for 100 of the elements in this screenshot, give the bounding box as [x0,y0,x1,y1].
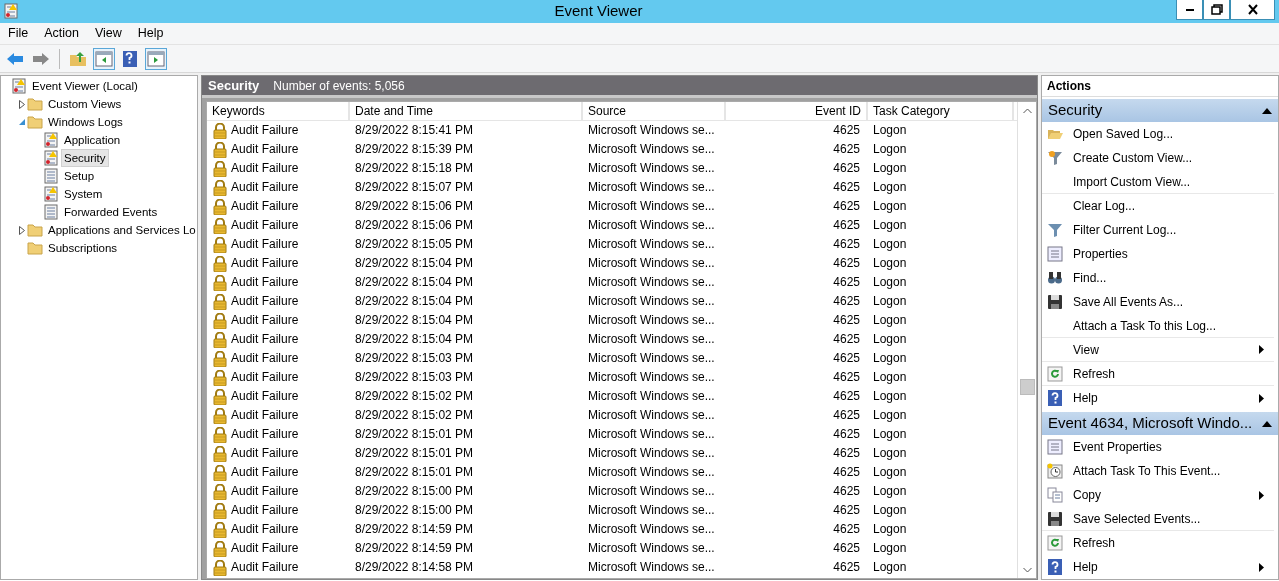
table-cell-text: Microsoft Windows se... [588,521,715,538]
tree-item[interactable]: Setup [61,167,98,185]
tree-item[interactable]: System [61,185,106,203]
menu-item[interactable]: View [86,24,130,43]
tree-item[interactable]: Applications and Services Lo [45,221,197,239]
table-cell-text: Logon [873,445,907,462]
table-cell-text: Microsoft Windows se... [588,141,715,158]
action-link[interactable]: Filter Current Log... [1073,221,1264,239]
action-link[interactable]: Copy [1073,486,1259,504]
collapse-icon[interactable] [1262,107,1272,114]
action-link[interactable]: Clear Log... [1073,197,1264,215]
lock-icon [212,274,228,291]
table-cell-text: 4625 [833,122,860,139]
collapse-icon[interactable] [1262,420,1272,427]
menu-item[interactable]: File [0,24,37,43]
action-link[interactable]: Event Properties [1073,438,1264,456]
action-link[interactable]: Attach Task To This Event... [1073,462,1264,480]
action-link[interactable]: Help [1073,389,1259,407]
table-cell-text: Logon [873,141,907,158]
action-link[interactable]: Save Selected Events... [1073,509,1264,528]
lock-icon [212,369,228,386]
action-link[interactable]: Save All Events As... [1073,293,1264,311]
action-link[interactable]: View [1073,340,1259,359]
table-cell-text: Logon [873,312,907,329]
tree-item[interactable]: Application [61,131,124,149]
action-link[interactable]: Import Custom View... [1073,172,1264,191]
action-link[interactable]: Properties [1073,245,1264,263]
table-cell-text: 4625 [833,331,860,348]
table-cell-text: Microsoft Windows se... [588,312,715,329]
minimize-button[interactable] [1176,0,1203,20]
table-cell-text: Audit Failure [231,559,299,576]
tree-item[interactable]: Windows Logs [45,113,126,131]
scrollbar-thumb[interactable] [1019,379,1035,395]
action-pane-button[interactable] [145,47,167,70]
table-cell-text: Microsoft Windows se... [588,464,715,481]
action-link[interactable]: Find... [1073,269,1264,287]
action-link[interactable]: Open Saved Log... [1073,125,1264,143]
table-cell-text: 8/29/2022 8:15:07 PM [355,179,474,196]
action-link[interactable]: Attach a Task To this Log... [1073,316,1264,335]
table-cell-text: 8/29/2022 8:15:39 PM [355,141,474,158]
table-cell-text: 8/29/2022 8:15:04 PM [355,255,474,272]
tree-item[interactable]: Custom Views [45,95,125,113]
lock-icon [212,445,228,462]
expand-arrow-icon[interactable] [18,99,26,109]
table-cell-text: 4625 [833,255,860,272]
table-cell-text: 8/29/2022 8:14:59 PM [355,540,474,557]
column-header[interactable]: Event ID [726,102,868,120]
action-link[interactable]: Refresh [1073,534,1264,552]
table-cell-text: Microsoft Windows se... [588,198,715,215]
folder-icon [27,114,43,130]
show-pane-button[interactable] [93,47,115,70]
filter-icon [1047,150,1063,166]
table-cell-text: Microsoft Windows se... [588,502,715,519]
table-cell-text: 4625 [833,312,860,329]
table-cell-text: 4625 [833,350,860,367]
restore-button[interactable] [1203,0,1230,20]
column-header[interactable]: Task Category [868,102,1014,120]
table-cell-text: 8/29/2022 8:15:00 PM [355,483,474,500]
table-cell-text: Logon [873,388,907,405]
table-cell-text: 8/29/2022 8:15:04 PM [355,274,474,291]
menu-item[interactable]: Help [129,24,172,43]
action-link[interactable]: Help [1073,558,1259,576]
column-header[interactable]: Keywords [207,102,350,120]
table-cell-text: Audit Failure [231,122,299,139]
table-cell-text: 8/29/2022 8:15:02 PM [355,407,474,424]
tree-item[interactable]: Event Viewer (Local) [29,77,141,95]
column-header[interactable]: Date and Time [350,102,583,120]
table-cell-text: 4625 [833,426,860,443]
column-header[interactable]: Source [583,102,726,120]
up-folder-icon [69,49,87,68]
tree-item[interactable]: Security [61,149,109,167]
table-cell-text: Logon [873,293,907,310]
tree-item[interactable]: Subscriptions [45,239,121,257]
table-cell-text: 8/29/2022 8:15:05 PM [355,236,474,253]
chevron-up-icon [1022,107,1032,114]
table-cell-text: 4625 [833,198,860,215]
table-cell-text: 4625 [833,464,860,481]
table-cell-text: Audit Failure [231,540,299,557]
table-cell-text: Logon [873,350,907,367]
menu-item[interactable]: Action [36,24,87,43]
table-cell-text: Audit Failure [231,198,299,215]
close-button[interactable] [1230,0,1275,20]
action-link[interactable]: Create Custom View... [1073,149,1264,167]
log-name: Security [208,76,260,95]
table-cell-text: Microsoft Windows se... [588,331,715,348]
table-cell-text: Logon [873,274,907,291]
log-icon [11,78,27,94]
table-cell-text: Microsoft Windows se... [588,445,715,462]
table-cell-text: Microsoft Windows se... [588,217,715,234]
action-link[interactable]: Refresh [1073,364,1264,383]
lock-icon [212,502,228,519]
chevron-down-icon [1022,566,1032,573]
tree-item[interactable]: Forwarded Events [61,203,161,221]
expand-arrow-icon[interactable] [18,225,26,235]
help-icon [121,49,139,68]
table-cell-text: 8/29/2022 8:15:06 PM [355,198,474,215]
table-cell-text: Logon [873,122,907,139]
collapse-arrow-icon[interactable] [18,118,26,126]
table-cell-text: Audit Failure [231,312,299,329]
section-title: Event 4634, Microsoft Windo... [1048,413,1253,434]
